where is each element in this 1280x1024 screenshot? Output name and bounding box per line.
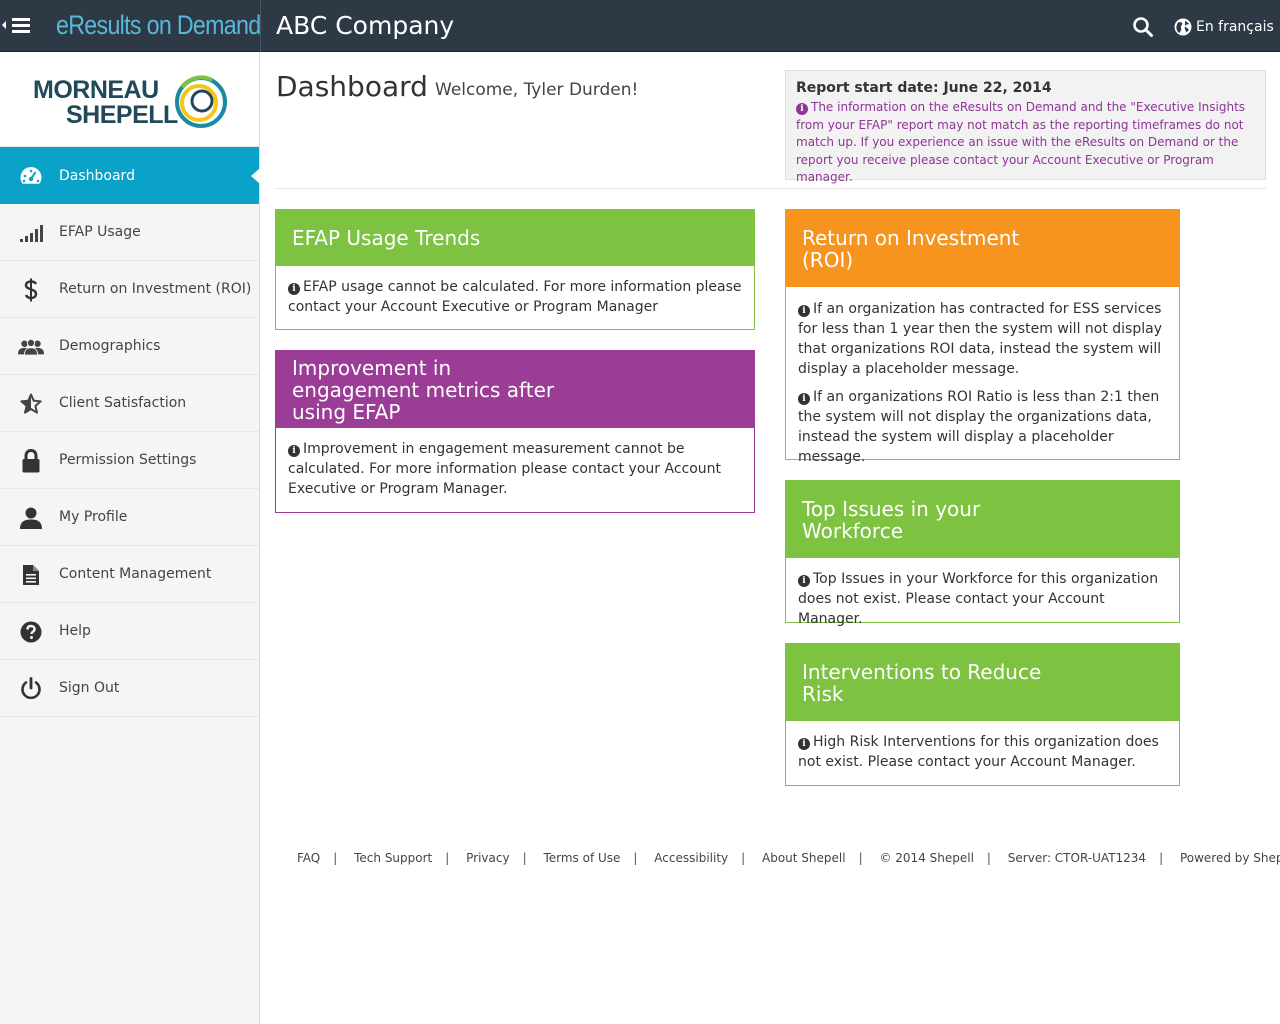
sidebar-item-roi[interactable]: Return on Investment (ROI) [0,261,259,318]
signal-bars-icon [18,221,44,245]
panel-message: High Risk Interventions for this organiz… [798,734,1159,770]
sidebar-item-dashboard[interactable]: Dashboard [0,147,260,204]
panel-title[interactable]: Top Issues in your Workforce [786,481,1179,558]
footer-copyright: © 2014 Shepell [879,851,974,865]
top-issues-panel: Top Issues in your Workforce i Top Issues… [785,480,1180,627]
panel-body: i If an organization has contracted for E… [786,287,1179,478]
footer-separator: | [633,851,638,865]
sidebar-item-label: Sign Out [59,680,120,696]
panel-message: Top Issues in your Workforce for this or… [798,571,1159,627]
dashboard-icon [18,164,44,188]
sidebar-item-label: Dashboard [59,167,135,184]
info-icon: i [796,103,808,115]
header-separator [276,188,1266,189]
panel-message: EFAP usage cannot be calculated. For mor… [288,279,742,315]
footer-link-powered-by[interactable]: Powered by Shepell [1180,851,1280,865]
sidebar-item-my-profile[interactable]: My Profile [0,489,259,546]
company-name: ABC Company [276,11,455,40]
sidebar-item-permission-settings[interactable]: Permission Settings [0,432,259,489]
document-icon [18,563,44,587]
lock-icon [18,449,44,473]
footer-separator: | [522,851,527,865]
sidebar-item-label: Permission Settings [59,452,197,468]
sidebar-item-demographics[interactable]: Demographics [0,318,259,375]
dollar-icon [18,278,44,302]
caret-left-icon [2,21,6,29]
panel-body: i Improvement in engagement measurement c… [276,428,754,510]
language-toggle[interactable]: En français [1174,15,1274,39]
sidebar-item-label: Content Management [59,566,212,582]
sidebar-item-content-management[interactable]: Content Management [0,546,259,603]
footer-separator: | [445,851,450,865]
sidebar-item-client-satisfaction[interactable]: Client Satisfaction [0,375,259,432]
sidebar-item-label: Help [59,623,91,639]
info-icon: i [798,575,810,587]
sidebar-item-label: Demographics [59,338,161,354]
panel-message: If an organization has contracted for ES… [798,301,1162,377]
sidebar-item-label: Return on Investment (ROI) [59,281,252,297]
footer-link-faq[interactable]: FAQ [297,851,320,865]
footer-link-privacy[interactable]: Privacy [466,851,509,865]
interventions-panel: Interventions to Reduce Risk i High Risk … [785,643,1180,786]
panel-title[interactable]: Interventions to Reduce Risk [786,644,1179,721]
user-icon [18,506,44,530]
power-icon [18,677,44,701]
sidebar-item-label: EFAP Usage [59,224,141,240]
sidebar-item-label: Client Satisfaction [59,395,187,411]
app-brand[interactable]: eResults on Demand [56,10,261,41]
footer-separator: | [333,851,338,865]
footer-separator: | [986,851,991,865]
welcome-message: Welcome, Tyler Durden! [435,80,639,100]
panel-message: Improvement in engagement measurement ca… [288,441,722,497]
menu-toggle-button[interactable] [0,0,40,52]
footer-link-terms[interactable]: Terms of Use [543,851,620,865]
panel-title[interactable]: EFAP Usage Trends [276,210,754,266]
info-icon: i [798,738,810,750]
info-icon: i [288,445,300,457]
footer-link-accessibility[interactable]: Accessibility [654,851,728,865]
report-info-box: Report start date: June 22, 2014 i The in… [785,70,1266,184]
info-icon: i [288,283,300,295]
panel-body: i Top Issues in your Workforce for this o… [786,558,1179,640]
report-start-date: Report start date: June 22, 2014 [796,80,1052,96]
page-title: Dashboard [276,70,428,103]
report-note: i The information on the eResults on Dema… [796,99,1255,187]
panel-body: i EFAP usage cannot be calculated. For mo… [276,266,754,328]
sidebar-item-sign-out[interactable]: Sign Out [0,660,259,717]
footer-separator: | [858,851,863,865]
footer-separator: | [741,851,746,865]
morneau-shepell-logo: MORNEAU SHEPELL [0,52,259,147]
panel-title[interactable]: Return on Investment (ROI) [786,210,1179,287]
question-icon [18,620,44,644]
footer-link-tech-support[interactable]: Tech Support [354,851,432,865]
search-icon[interactable] [1132,16,1154,38]
logo-rings-icon [175,75,227,128]
footer: FAQ | Tech Support | Privacy | Terms of Use… [297,851,1280,865]
sidebar: MORNEAU SHEPELL Dashboard EFAP Usage Ret… [0,52,260,1024]
top-bar: eResults on Demand ABC Company En frança… [0,0,1280,52]
footer-separator: | [1159,851,1164,865]
panel-body: i High Risk Interventions for this organi… [786,721,1179,783]
info-icon: i [798,305,810,317]
sidebar-item-label: My Profile [59,509,128,525]
header-divider [260,0,261,52]
footer-server: Server: CTOR-UAT1234 [1007,851,1147,865]
hamburger-icon [12,18,30,33]
report-note-text: The information on the eResults on Deman… [796,100,1246,184]
roi-panel: Return on Investment (ROI) i If an organi… [785,209,1180,465]
engagement-metrics-panel: Improvement in engagement metrics after … [275,350,755,513]
panel-message: If an organizations ROI Ratio is less th… [798,389,1160,465]
users-icon [18,335,44,359]
footer-link-about[interactable]: About Shepell [762,851,846,865]
logo-line-2: SHEPELL [66,101,178,129]
sidebar-item-help[interactable]: Help [0,603,259,660]
sidebar-item-efap-usage[interactable]: EFAP Usage [0,204,259,261]
panel-title[interactable]: Improvement in engagement metrics after … [276,351,754,428]
logo-line-1: MORNEAU [33,76,159,104]
info-icon: i [798,393,810,405]
globe-icon [1174,18,1192,36]
star-icon [18,392,44,416]
language-label: En français [1196,19,1274,35]
efap-usage-trends-panel: EFAP Usage Trends i EFAP usage cannot be … [275,209,755,330]
